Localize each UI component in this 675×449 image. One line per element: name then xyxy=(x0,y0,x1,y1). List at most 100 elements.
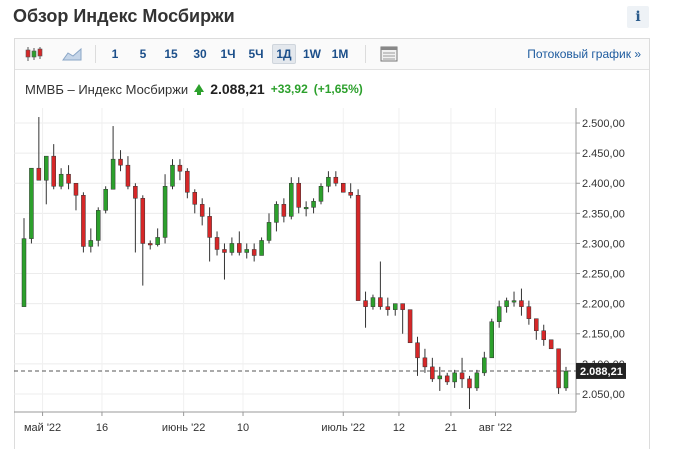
candle-body xyxy=(474,372,480,389)
last-price: 2.088,21 xyxy=(210,81,265,97)
streaming-chart-link[interactable]: Потоковый график » xyxy=(527,47,641,61)
period-1min-button[interactable]: 1 xyxy=(107,44,123,64)
candle-body xyxy=(563,370,569,389)
area-chart-icon[interactable] xyxy=(60,43,84,65)
candle-body xyxy=(511,300,517,303)
y-tick-label: 2.300,00 xyxy=(582,238,625,250)
period-15min-button[interactable]: 15 xyxy=(161,44,181,64)
arrow-up-icon xyxy=(194,83,205,95)
candle-body xyxy=(44,155,49,181)
candle-body xyxy=(21,238,27,307)
candle-body xyxy=(318,186,324,202)
last-price-label: 2.088,21 xyxy=(580,366,623,378)
candle-body xyxy=(459,372,465,380)
candle-body xyxy=(348,192,353,196)
candle-body xyxy=(51,155,56,187)
candle-body xyxy=(237,243,242,253)
y-tick-label: 2.250,00 xyxy=(582,269,625,281)
candle-body xyxy=(326,176,331,187)
y-tick-label: 2.350,00 xyxy=(582,208,625,220)
candle-body xyxy=(222,249,227,253)
candle-body xyxy=(534,318,539,331)
candle-body xyxy=(192,192,198,205)
info-icon[interactable]: i xyxy=(627,6,649,28)
candle-body xyxy=(519,300,524,307)
period-1w-button[interactable]: 1W xyxy=(300,44,324,64)
candle-body xyxy=(140,198,146,244)
candle-body xyxy=(88,240,94,247)
candle-body xyxy=(311,201,316,208)
candle-body xyxy=(556,348,561,389)
period-5min-button[interactable]: 5 xyxy=(135,44,151,64)
candle-body xyxy=(103,189,108,211)
candle-body xyxy=(504,300,509,307)
x-tick-label: 21 xyxy=(445,422,457,434)
instrument-name: ММВБ – Индекс Мосбиржи xyxy=(25,81,189,97)
candle-body xyxy=(133,186,138,199)
candle-body xyxy=(95,210,101,241)
quote-line: ММВБ – Индекс Мосбиржи 2.088,21 +33,92 (… xyxy=(25,81,363,97)
candle-body xyxy=(289,182,294,217)
x-tick-label: 12 xyxy=(393,422,405,434)
page-title: Обзор Индекс Мосбиржи xyxy=(13,6,235,26)
x-tick-label: июль '22 xyxy=(321,422,365,434)
period-1h-button[interactable]: 1Ч xyxy=(217,44,239,64)
candle-body xyxy=(333,176,339,184)
candle-body xyxy=(155,237,160,245)
x-tick-label: 16 xyxy=(96,422,108,434)
candle-body xyxy=(467,378,472,389)
y-tick-label: 2.150,00 xyxy=(582,329,625,341)
y-tick-label: 2.450,00 xyxy=(582,148,625,160)
x-tick-label: авг '22 xyxy=(479,422,512,434)
candle-body xyxy=(407,309,413,344)
candle-body xyxy=(437,375,443,380)
candlestick-icon[interactable] xyxy=(22,43,46,65)
candle-body xyxy=(177,164,183,172)
x-tick-label: июнь '22 xyxy=(162,422,206,434)
candle-body xyxy=(147,243,153,246)
period-5h-button[interactable]: 5Ч xyxy=(245,44,267,64)
candle-body xyxy=(185,170,190,193)
candle-body xyxy=(170,164,175,187)
x-tick-label: май '22 xyxy=(24,422,61,434)
y-tick-label: 2.200,00 xyxy=(582,299,625,311)
candle-body xyxy=(526,306,532,319)
y-tick-label: 2.500,00 xyxy=(582,118,625,130)
candle-body xyxy=(452,372,457,383)
price-change: +33,92 xyxy=(270,82,308,96)
y-tick-label: 2.050,00 xyxy=(582,389,625,401)
candlestick-chart[interactable]: 2.050,002.100,002.150,002.200,002.250,00… xyxy=(14,108,638,438)
table-icon[interactable] xyxy=(377,43,401,65)
candle-body xyxy=(199,204,205,217)
candle-body xyxy=(400,303,405,310)
candle-body xyxy=(118,158,123,166)
candle-body xyxy=(444,375,450,383)
candle-body xyxy=(430,366,435,380)
period-1m-button[interactable]: 1M xyxy=(328,44,352,64)
x-tick-label: 10 xyxy=(237,422,249,434)
candle-body xyxy=(296,182,301,208)
candle-body xyxy=(266,222,272,241)
candle-body xyxy=(392,303,398,310)
candle-body xyxy=(244,249,249,253)
candle-body xyxy=(378,297,383,307)
toolbar-separator xyxy=(95,45,96,63)
candle-body xyxy=(274,204,279,223)
period-30min-button[interactable]: 30 xyxy=(190,44,210,64)
candle-body xyxy=(110,158,116,190)
candle-body xyxy=(415,342,420,359)
candle-body xyxy=(370,297,376,307)
candle-body xyxy=(548,339,554,350)
price-change-percent: (+1,65%) xyxy=(313,82,363,96)
candle-body xyxy=(341,182,346,193)
candle-body xyxy=(36,167,42,181)
period-1d-button[interactable]: 1Д xyxy=(272,44,296,64)
candle-body xyxy=(355,195,361,301)
y-tick-label: 2.400,00 xyxy=(582,178,625,190)
candle-body xyxy=(496,306,502,322)
candle-body xyxy=(162,186,168,238)
chart-toolbar: 1 5 15 30 1Ч 5Ч 1Д 1W 1M Потоковый графи… xyxy=(15,39,649,70)
candle-body xyxy=(214,237,220,250)
candle-body xyxy=(422,357,428,368)
candle-body xyxy=(482,357,487,374)
